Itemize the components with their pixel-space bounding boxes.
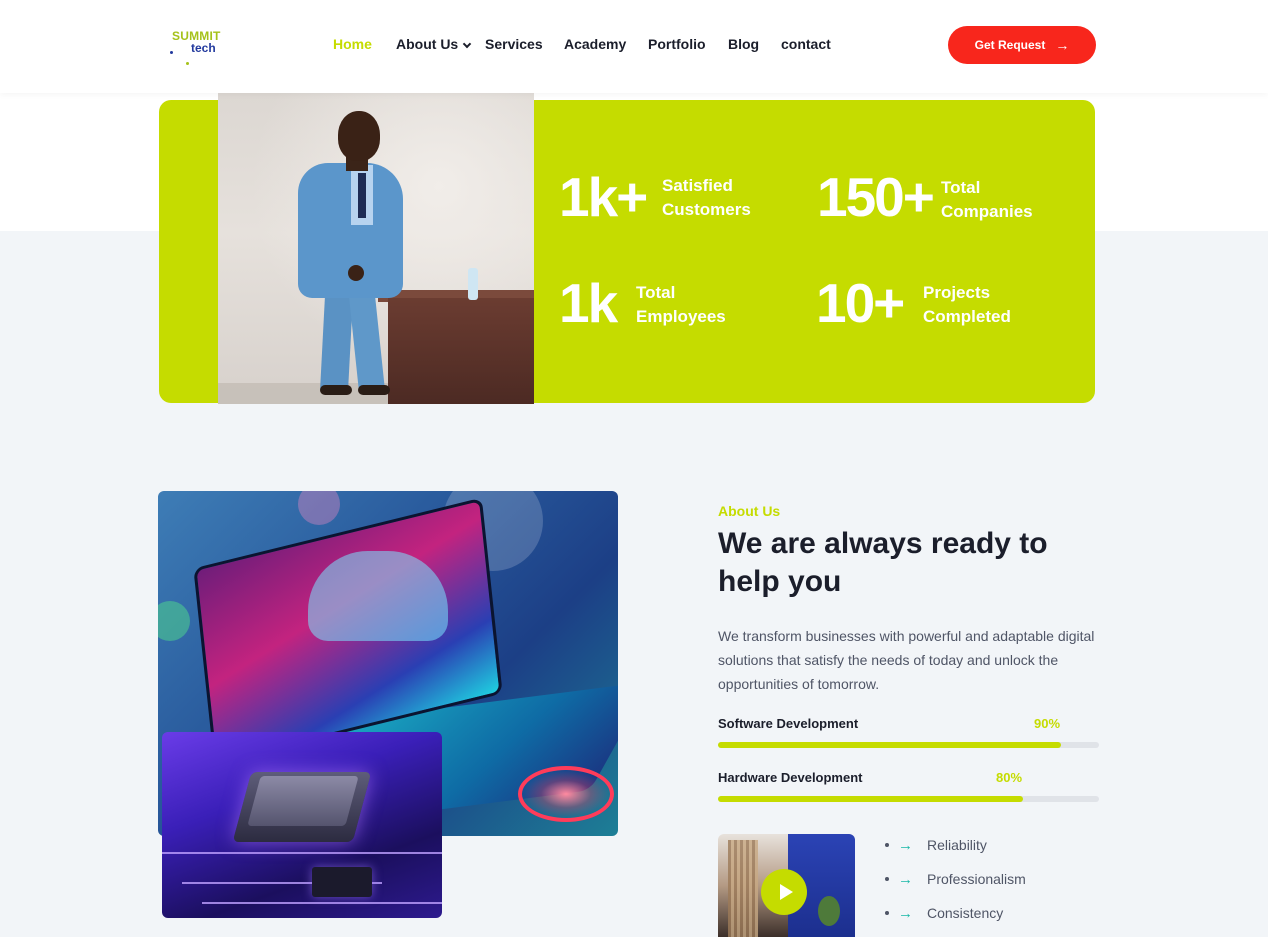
feature-label: Consistency	[927, 905, 1004, 921]
circuit-chip-image	[162, 732, 442, 918]
skill-label: Software Development	[718, 716, 859, 731]
arrow-right-icon: →	[898, 870, 913, 888]
stat-label-line1: Total	[941, 178, 981, 197]
nav-home[interactable]: Home	[333, 36, 372, 52]
summit-tech-logo[interactable]: SUMMIT tech	[166, 24, 236, 68]
bullet-icon	[885, 843, 889, 847]
arrow-right-icon: →	[1055, 37, 1070, 53]
nav-about-us[interactable]: About Us	[396, 36, 472, 52]
play-video-button[interactable]	[761, 869, 807, 915]
feature-item: → Professionalism	[885, 869, 1026, 889]
nav-about-us-label: About Us	[396, 36, 459, 52]
feature-label: Professionalism	[927, 871, 1026, 887]
stat-label-line2: Companies	[941, 202, 1033, 221]
logo-dot	[170, 51, 173, 54]
skill-progress-fill	[718, 742, 1061, 748]
stat-label-line1: Projects	[923, 283, 991, 302]
stat-number: 1k	[559, 272, 618, 334]
logo-dot	[186, 62, 189, 65]
stat-number: 1k+	[559, 166, 648, 228]
nav-portfolio[interactable]: Portfolio	[648, 36, 706, 52]
stat-label-line1: Satisfied	[662, 176, 733, 195]
about-description: We transform businesses with powerful an…	[718, 628, 1095, 692]
skill-label: Hardware Development	[718, 770, 863, 785]
chevron-down-icon	[462, 39, 472, 49]
skill-percent: 80%	[996, 770, 1023, 785]
get-request-button[interactable]: Get Request →	[948, 26, 1096, 64]
stat-label-line1: Total	[636, 283, 676, 302]
logo-text: SUMMIT tech	[172, 30, 221, 54]
feature-item: → Consistency	[885, 903, 1003, 923]
arrow-right-icon: →	[898, 836, 913, 854]
skill-progress-track	[718, 796, 1099, 802]
stat-label-line2: Employees	[636, 307, 726, 326]
skill-percent: 90%	[1034, 716, 1061, 731]
about-title: We are always ready to help you	[718, 527, 1048, 598]
nav-blog[interactable]: Blog	[728, 36, 759, 52]
stat-label-line2: Customers	[662, 200, 751, 219]
get-request-label: Get Request	[974, 38, 1046, 52]
stat-number: 10+	[816, 272, 905, 334]
feature-label: Reliability	[927, 837, 987, 853]
skill-progress-fill	[718, 796, 1023, 802]
play-icon	[779, 884, 793, 900]
nav-services[interactable]: Services	[485, 36, 543, 52]
site-header: SUMMIT tech Home About Us Services Acade…	[0, 0, 1268, 93]
nav-academy[interactable]: Academy	[564, 36, 626, 52]
logo-line-2: tech	[191, 41, 216, 55]
stat-label-line2: Completed	[923, 307, 1011, 326]
skill-progress-track	[718, 742, 1099, 748]
businessman-photo	[218, 93, 534, 404]
feature-item: → Reliability	[885, 835, 987, 855]
about-tag: About Us	[718, 503, 781, 519]
bullet-icon	[885, 911, 889, 915]
stat-number: 150+	[817, 166, 935, 228]
bullet-icon	[885, 877, 889, 881]
arrow-right-icon: →	[898, 904, 913, 922]
nav-contact[interactable]: contact	[781, 36, 831, 52]
